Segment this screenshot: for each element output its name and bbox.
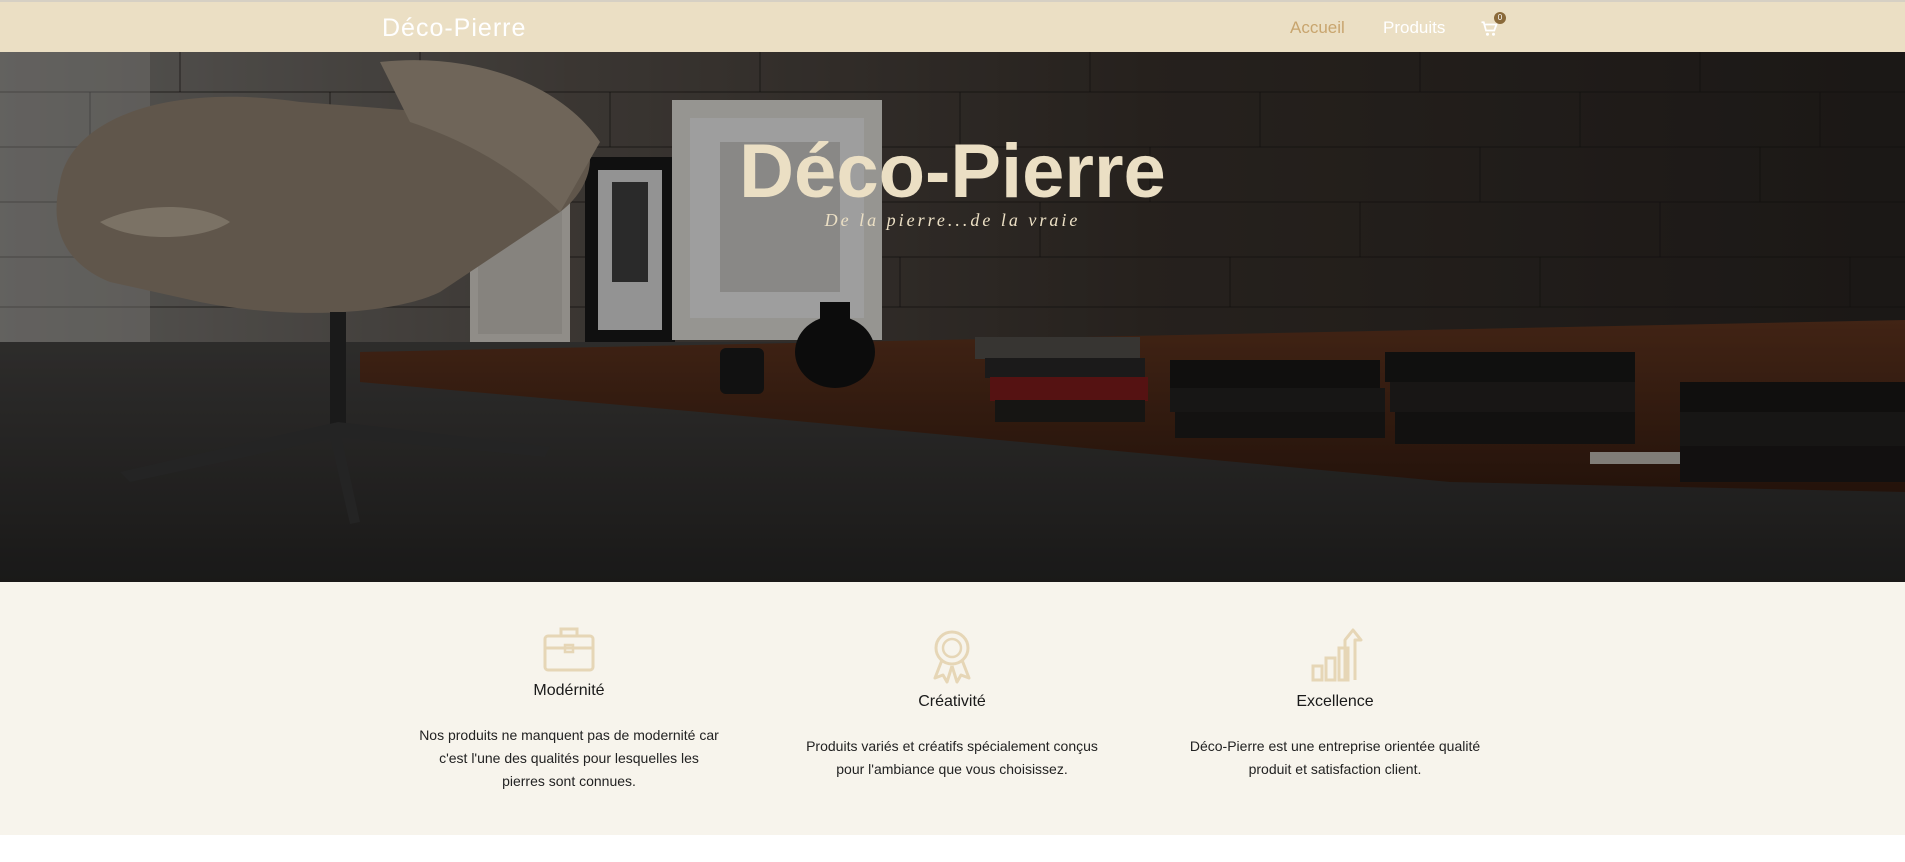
briefcase-icon	[543, 627, 595, 672]
feature-title: Excellence	[1296, 693, 1374, 710]
page-bottom-spacer	[0, 835, 1905, 862]
feature-text: Déco-Pierre est une entreprise orientée …	[1189, 738, 1481, 777]
feature-title: Modérnité	[533, 682, 605, 699]
hero-banner: Déco-Pierre De la pierre...de la vraie	[0, 52, 1905, 582]
growth-chart-arrow-icon	[1311, 628, 1363, 682]
feature-title: Créativité	[918, 693, 986, 710]
feature-text: Nos produits ne manquent pas de modernit…	[419, 727, 719, 789]
award-ribbon-icon	[933, 630, 971, 684]
cart-count-badge: 0	[1494, 12, 1506, 24]
feature-text: Produits variés et créatifs spécialement…	[806, 738, 1098, 777]
hero-subtitle: De la pierre...de la vraie	[824, 210, 1081, 230]
navbar: Déco-Pierre Accueil Produits 0	[0, 0, 1905, 52]
features-section: Modérnité Nos produits ne manquent pas d…	[0, 582, 1905, 835]
nav-link-produits[interactable]: Produits	[1383, 18, 1445, 38]
hero-title: Déco-Pierre	[739, 129, 1166, 214]
nav-link-accueil[interactable]: Accueil	[1290, 18, 1345, 38]
cart-button[interactable]: 0	[1480, 12, 1506, 41]
brand-logo[interactable]: Déco-Pierre	[382, 14, 526, 43]
